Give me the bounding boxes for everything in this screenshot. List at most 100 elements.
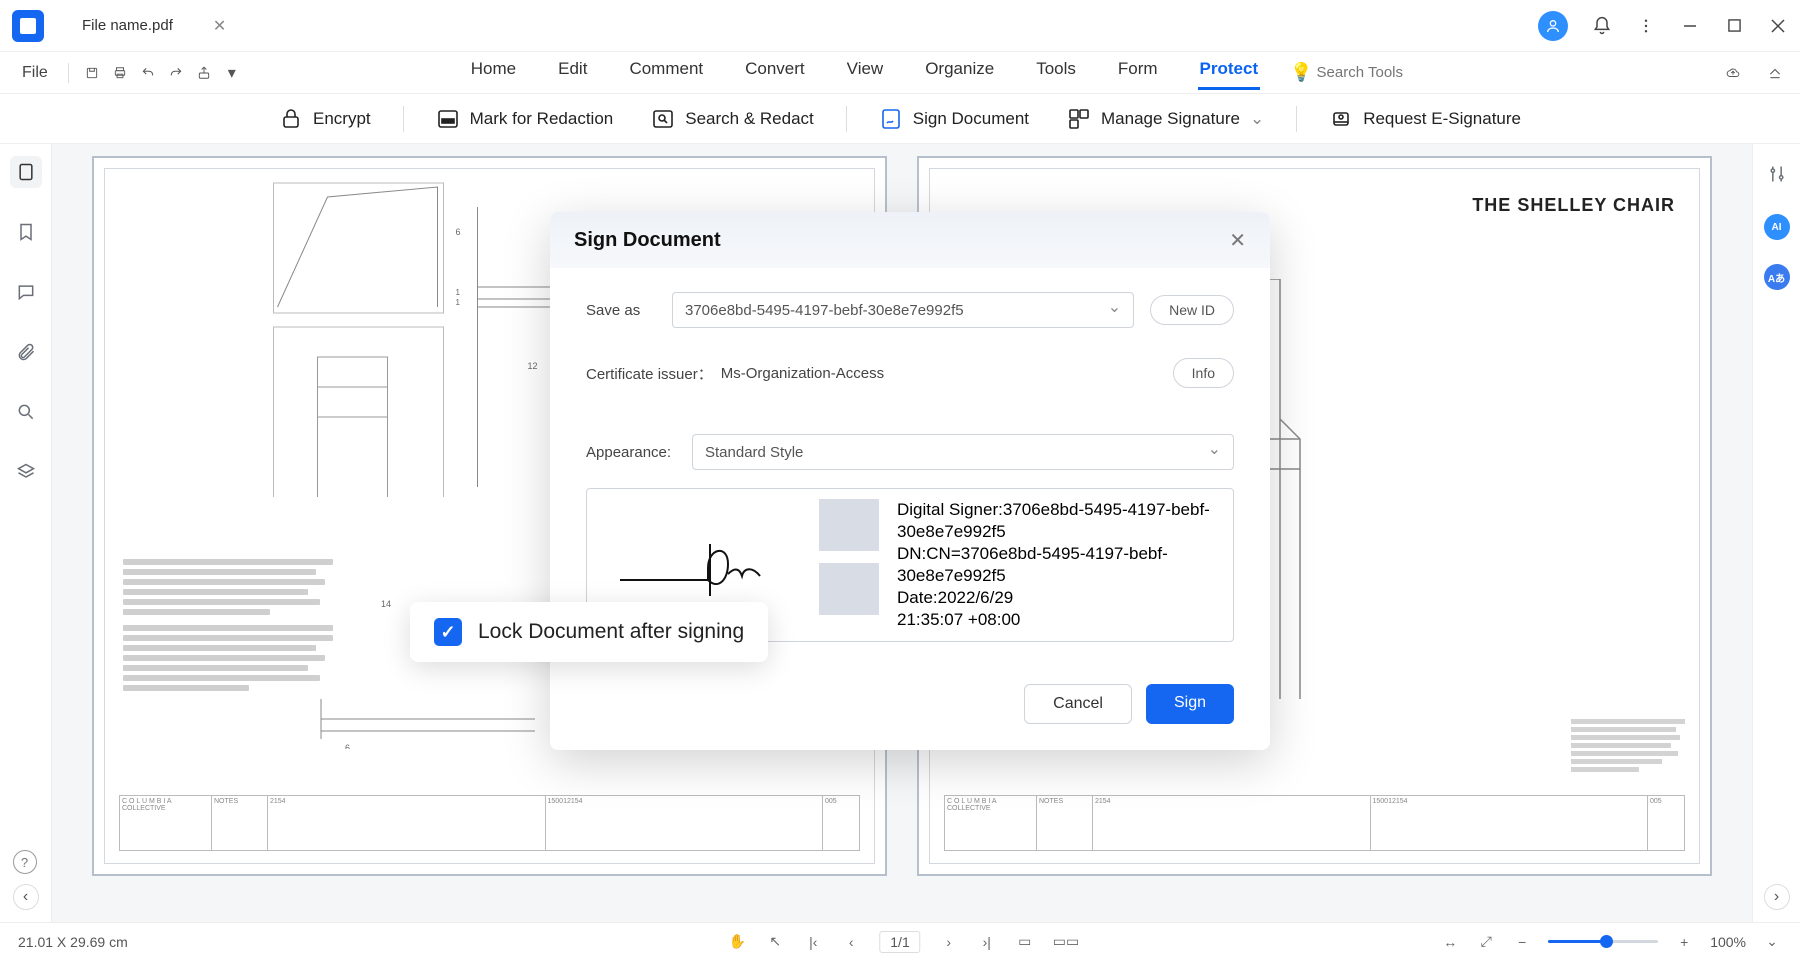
page-footer-table: C O L U M B I ACOLLECTIVE NOTES 2154 150… xyxy=(944,795,1685,851)
separator xyxy=(846,106,847,132)
tab-comment[interactable]: Comment xyxy=(627,55,705,90)
new-id-button[interactable]: New ID xyxy=(1150,295,1234,325)
dialog-title: Sign Document xyxy=(574,229,721,252)
svg-text:6: 6 xyxy=(345,743,350,749)
search-redact-button[interactable]: Search & Redact xyxy=(641,103,824,135)
thumbnails-icon[interactable] xyxy=(10,156,42,188)
maximize-icon[interactable] xyxy=(1724,16,1744,36)
info-button[interactable]: Info xyxy=(1173,358,1234,388)
minimize-icon[interactable] xyxy=(1680,16,1700,36)
zoom-in-icon[interactable]: + xyxy=(1674,934,1694,950)
app-logo xyxy=(12,10,44,42)
cloud-icon[interactable] xyxy=(1722,62,1744,84)
dropdown-icon[interactable]: ▾ xyxy=(221,62,243,84)
chevron-down-icon: ⌄ xyxy=(1250,109,1264,129)
fit-page-icon[interactable]: ⤢ xyxy=(1476,933,1496,950)
separator xyxy=(1296,106,1297,132)
sign-document-dialog: Sign Document ✕ Save as 3706e8bd-5495-41… xyxy=(550,212,1270,750)
tab-view[interactable]: View xyxy=(845,55,886,90)
encrypt-button[interactable]: Encrypt xyxy=(269,103,381,135)
tab-convert[interactable]: Convert xyxy=(743,55,807,90)
document-tab[interactable]: File name.pdf ✕ xyxy=(68,16,240,36)
user-avatar-icon[interactable] xyxy=(1538,11,1568,41)
select-tool-icon[interactable]: ↖ xyxy=(765,933,785,950)
save-as-select[interactable]: 3706e8bd-5495-4197-bebf-30e8e7e992f5 xyxy=(672,292,1134,328)
kebab-icon[interactable] xyxy=(1636,16,1656,36)
lock-icon xyxy=(279,107,303,131)
search-redact-icon xyxy=(651,107,675,131)
separator xyxy=(68,63,69,83)
lock-document-option[interactable]: ✓ Lock Document after signing xyxy=(410,602,768,662)
svg-text:12: 12 xyxy=(528,361,538,371)
single-page-icon[interactable]: ▭ xyxy=(1015,933,1035,950)
esignature-icon xyxy=(1329,107,1353,131)
print-icon[interactable] xyxy=(109,62,131,84)
zoom-out-icon[interactable]: − xyxy=(1512,934,1532,950)
page-footer-table: C O L U M B I ACOLLECTIVE NOTES 2154 150… xyxy=(119,795,860,851)
request-esignature-button[interactable]: Request E-Signature xyxy=(1319,103,1531,135)
save-as-label: Save as xyxy=(586,302,656,319)
tab-protect[interactable]: Protect xyxy=(1198,55,1261,90)
undo-icon[interactable] xyxy=(137,62,159,84)
translate-badge-icon[interactable]: Aあ xyxy=(1764,264,1790,290)
tab-filename: File name.pdf xyxy=(82,17,173,34)
fit-width-icon[interactable]: ↔ xyxy=(1440,934,1460,950)
text-placeholder xyxy=(123,559,333,695)
window-close-icon[interactable] xyxy=(1768,16,1788,36)
tab-edit[interactable]: Edit xyxy=(556,55,589,90)
zoom-value: 100% xyxy=(1710,934,1746,950)
appearance-select[interactable]: Standard Style xyxy=(692,434,1234,470)
comment-icon[interactable] xyxy=(10,276,42,308)
share-icon[interactable] xyxy=(193,62,215,84)
tab-form[interactable]: Form xyxy=(1116,55,1160,90)
cert-issuer-value: Ms-Organization-Access xyxy=(721,365,884,382)
zoom-slider[interactable] xyxy=(1548,940,1658,943)
ai-badge-icon[interactable]: AI xyxy=(1764,214,1790,240)
prev-page-icon[interactable]: ‹ xyxy=(841,934,861,950)
two-page-icon[interactable]: ▭▭ xyxy=(1053,933,1073,950)
manage-signature-button[interactable]: Manage Signature ⌄ xyxy=(1057,103,1274,135)
attachment-icon[interactable] xyxy=(10,336,42,368)
first-page-icon[interactable]: |‹ xyxy=(803,934,823,950)
help-icon[interactable]: ? xyxy=(13,850,37,874)
preview-thumbs xyxy=(819,499,879,631)
search-tools-input[interactable] xyxy=(1317,64,1457,81)
sign-button[interactable]: Sign xyxy=(1146,684,1234,724)
collapse-icon[interactable] xyxy=(1764,62,1786,84)
top-toolbar: File ▾ Home Edit Comment Convert View Or… xyxy=(0,52,1800,94)
right-sidebar: AI Aあ › xyxy=(1752,144,1800,922)
titlebar: File name.pdf ✕ xyxy=(0,0,1800,52)
settings-icon[interactable] xyxy=(1761,158,1793,190)
page-indicator[interactable]: 1/1 xyxy=(879,931,920,953)
sign-icon xyxy=(879,107,903,131)
layers-icon[interactable] xyxy=(10,456,42,488)
search-icon[interactable] xyxy=(10,396,42,428)
next-page-icon[interactable]: › xyxy=(939,934,959,950)
bulb-icon: 💡 xyxy=(1290,62,1312,83)
save-icon[interactable] xyxy=(81,62,103,84)
status-bar: 21.01 X 29.69 cm ✋ ↖ |‹ ‹ 1/1 › ›| ▭ ▭▭ … xyxy=(0,922,1800,960)
lock-checkbox[interactable]: ✓ xyxy=(434,618,462,646)
dialog-close-icon[interactable]: ✕ xyxy=(1229,228,1246,253)
hand-tool-icon[interactable]: ✋ xyxy=(727,933,747,950)
manage-signature-icon xyxy=(1067,107,1091,131)
zoom-dropdown-icon[interactable]: ⌄ xyxy=(1762,933,1782,950)
svg-text:1: 1 xyxy=(456,298,461,307)
protect-ribbon: Encrypt Mark for Redaction Search & Reda… xyxy=(0,94,1800,144)
tab-organize[interactable]: Organize xyxy=(923,55,996,90)
tab-tools[interactable]: Tools xyxy=(1034,55,1078,90)
bookmark-icon[interactable] xyxy=(10,216,42,248)
sign-document-button[interactable]: Sign Document xyxy=(869,103,1039,135)
expand-right-icon[interactable]: › xyxy=(1764,884,1790,910)
expand-left-icon[interactable]: ‹ xyxy=(13,884,39,910)
last-page-icon[interactable]: ›| xyxy=(977,934,997,950)
file-menu[interactable]: File xyxy=(14,60,56,86)
redaction-icon xyxy=(436,107,460,131)
left-sidebar: ? ‹ xyxy=(0,144,52,922)
redo-icon[interactable] xyxy=(165,62,187,84)
bell-icon[interactable] xyxy=(1592,16,1612,36)
tab-home[interactable]: Home xyxy=(469,55,518,90)
close-tab-icon[interactable]: ✕ xyxy=(213,16,226,36)
mark-redaction-button[interactable]: Mark for Redaction xyxy=(426,103,624,135)
cancel-button[interactable]: Cancel xyxy=(1024,684,1132,724)
